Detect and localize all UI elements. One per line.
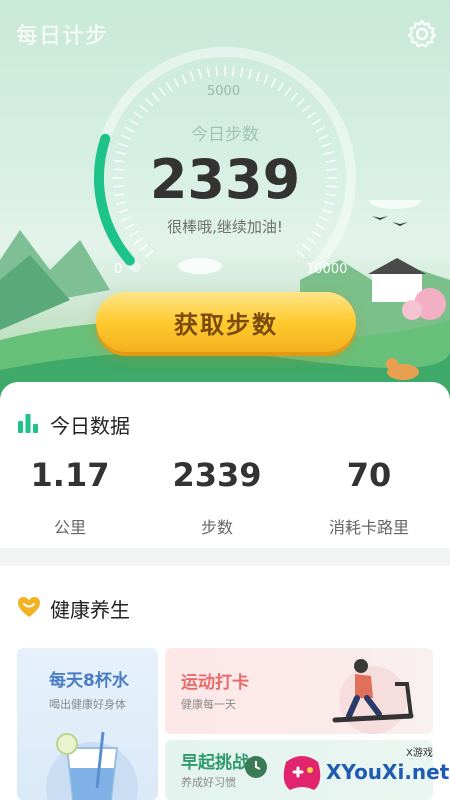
tile-subtitle: 喝出健康好身体 — [49, 698, 126, 711]
gauge-tick — [133, 111, 143, 119]
watermark-text: XYouXi.net — [326, 760, 450, 784]
gauge-tick — [189, 71, 195, 82]
gauge-label-10000: 10000 — [306, 262, 348, 277]
stat-value: 2339 — [172, 456, 262, 494]
gauge-tick — [215, 66, 218, 77]
encouragement-text: 很棒哦,继续加油! — [167, 218, 283, 236]
gauge-tick — [198, 68, 202, 79]
gauge-tick — [240, 67, 244, 78]
gauge-tick — [165, 82, 173, 92]
gauge-tick — [145, 249, 154, 258]
gauge-tick — [158, 86, 166, 96]
tile-subtitle: 养成好习惯 — [181, 776, 236, 789]
gauge-tick — [296, 98, 305, 107]
gauge-tick — [307, 237, 317, 245]
gauge-tick — [255, 71, 261, 82]
heart-icon — [18, 597, 40, 617]
gauge-tick — [302, 104, 311, 113]
today-steps-label: 今日步数 — [191, 125, 259, 145]
stat-label: 步数 — [200, 518, 233, 537]
gauge-label-0: 0 — [114, 262, 123, 277]
step-count: 2339 — [149, 148, 301, 211]
gauge-tick — [284, 86, 292, 96]
gauge-tick — [270, 77, 277, 88]
stat-value: 70 — [346, 456, 392, 494]
gauge-tick — [151, 92, 160, 101]
gauge-tick — [139, 104, 148, 113]
gauge-tick — [206, 67, 210, 78]
bar-chart-icon — [18, 414, 38, 433]
tile-title: 每天8杯水 — [49, 671, 129, 691]
gauge-tick — [139, 243, 148, 252]
gauge-tick — [232, 66, 235, 77]
hero-header: 每日计步 5000 0 10000 今日步数 2339 很棒哦,继续加油! 获取… — [0, 0, 450, 400]
stat-label: 公里 — [53, 518, 86, 537]
site-watermark: X游戏 XYouXi.net — [280, 742, 450, 800]
gauge-tick — [263, 74, 269, 85]
gauge-tick — [248, 68, 252, 79]
gauge-tick — [296, 249, 305, 258]
gauge-tick — [290, 92, 299, 101]
gauge-tick — [302, 243, 311, 252]
tile-subtitle: 健康每一天 — [181, 698, 236, 711]
gauge-tick — [173, 77, 180, 88]
tile-title: 运动打卡 — [181, 673, 249, 693]
tile-title: 早起挑战 — [181, 753, 249, 773]
stat-steps: 2339 步数 — [142, 456, 292, 538]
today-data-title: 今日数据 — [50, 414, 130, 438]
gauge-tick — [277, 82, 285, 92]
tile-sport[interactable]: 运动打卡 健康每一天 — [165, 648, 433, 734]
tile-water[interactable]: 每天8杯水 喝出健康好身体 — [17, 648, 158, 800]
stat-value: 1.17 — [30, 456, 110, 494]
health-title: 健康养生 — [50, 598, 130, 622]
stat-calories: 70 消耗卡路里 — [294, 456, 444, 538]
get-steps-button[interactable]: 获取步数 — [96, 292, 356, 352]
stat-distance: 1.17 公里 — [0, 456, 145, 538]
watermark-small: X游戏 — [406, 748, 433, 759]
gamepad-logo-icon — [283, 756, 321, 790]
water-glass-illustration — [46, 731, 138, 800]
gauge-tick — [133, 237, 143, 245]
gauge-label-5000: 5000 — [207, 84, 241, 99]
gauge-tick — [307, 111, 317, 119]
gauge-tick — [181, 74, 187, 85]
gauge-tick — [145, 98, 154, 107]
runner-illustration — [332, 659, 414, 734]
stat-label: 消耗卡路里 — [328, 518, 409, 537]
clock-icon — [245, 756, 267, 778]
